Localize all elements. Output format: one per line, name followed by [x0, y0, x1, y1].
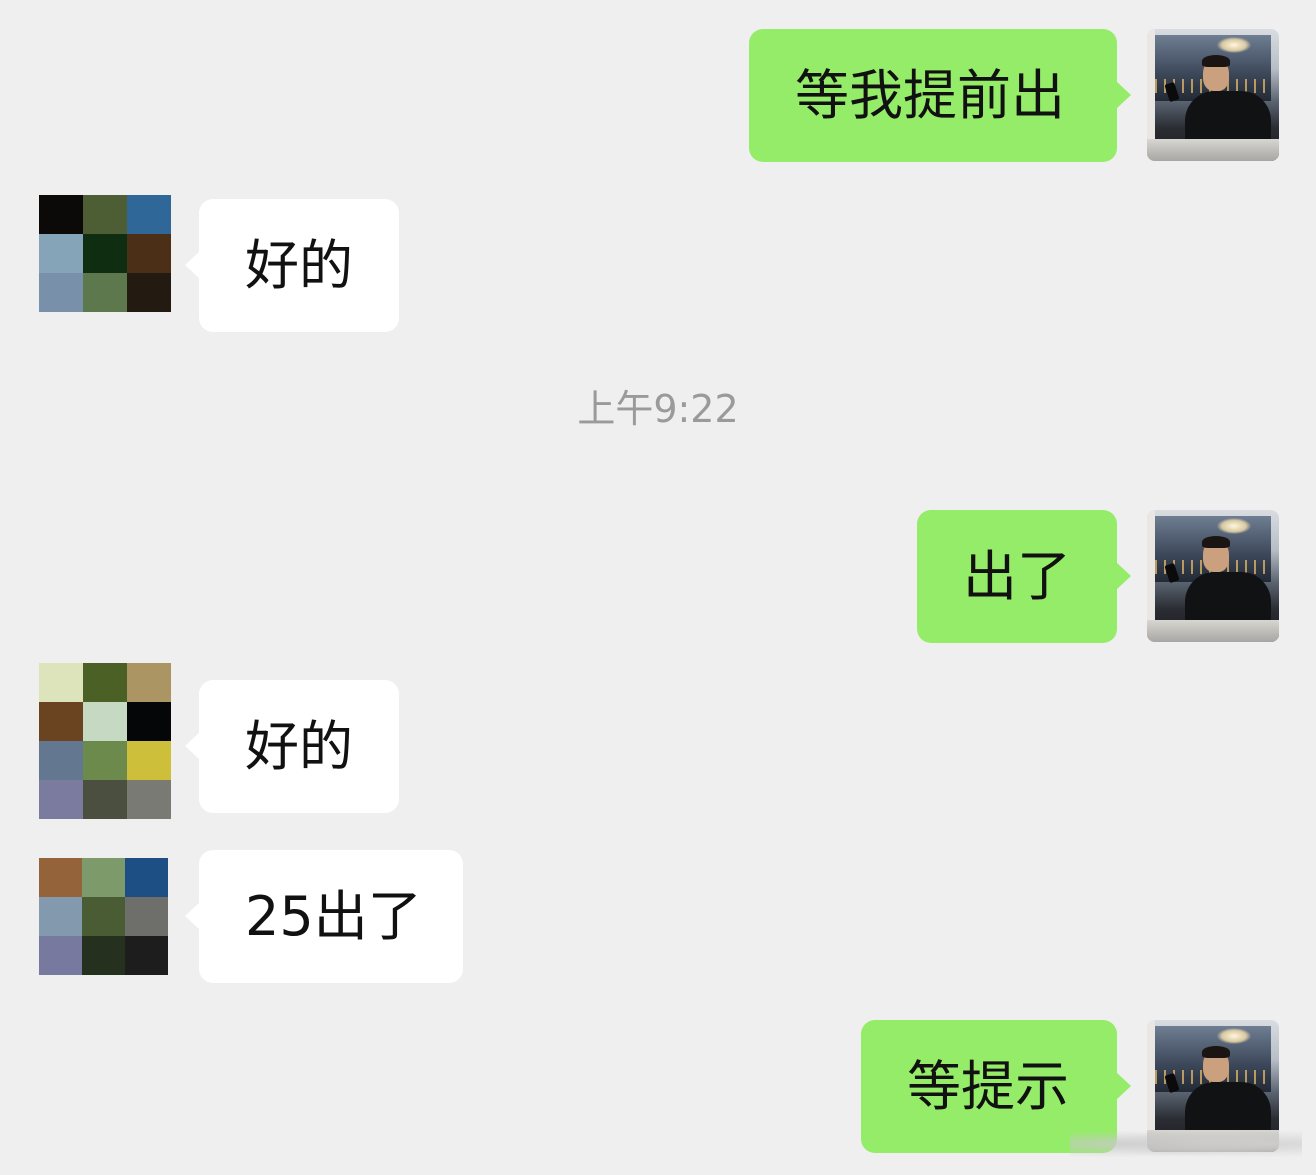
mosaic-cell: [39, 273, 83, 312]
mosaic-cell: [39, 741, 83, 780]
mosaic-cell: [39, 234, 83, 273]
mosaic-cell: [127, 234, 171, 273]
outgoing-message-bubble[interactable]: 出了: [917, 510, 1131, 643]
avatar-photo-chandelier: [1217, 518, 1251, 534]
mosaic-cell: [125, 858, 168, 897]
mosaic-cell: [39, 702, 83, 741]
mosaic-avatar-image: [39, 858, 168, 975]
mosaic-cell: [39, 936, 82, 975]
mosaic-cell: [125, 936, 168, 975]
avatar-photo-hair: [1202, 1046, 1230, 1058]
message-timestamp: 上午9:22: [577, 387, 739, 431]
outgoing-message-bubble[interactable]: 等我提前出: [749, 29, 1131, 162]
mosaic-cell: [127, 273, 171, 312]
contact-avatar[interactable]: [39, 858, 168, 975]
avatar-photo-table: [1147, 139, 1279, 161]
avatar-photo-table: [1147, 620, 1279, 642]
incoming-message-bubble[interactable]: 25出了: [185, 850, 463, 983]
mosaic-cell: [127, 195, 171, 234]
incoming-message-bubble[interactable]: 好的: [185, 680, 399, 813]
avatar-photo-hair: [1202, 536, 1230, 548]
mosaic-avatar-image: [39, 195, 171, 312]
self-avatar[interactable]: [1147, 510, 1279, 642]
mosaic-cell: [127, 741, 171, 780]
mosaic-cell: [83, 702, 127, 741]
avatar-photo-chandelier: [1217, 37, 1251, 53]
mosaic-cell: [83, 195, 127, 234]
mosaic-cell: [83, 234, 127, 273]
mosaic-cell: [83, 780, 127, 819]
mosaic-cell: [39, 858, 82, 897]
contact-avatar[interactable]: [39, 195, 171, 312]
contact-avatar[interactable]: [39, 663, 171, 819]
avatar-photo-hair: [1202, 55, 1230, 67]
mosaic-cell: [83, 273, 127, 312]
mosaic-cell: [82, 936, 125, 975]
mosaic-cell: [127, 663, 171, 702]
mosaic-cell: [39, 780, 83, 819]
mosaic-cell: [39, 195, 83, 234]
mosaic-cell: [39, 663, 83, 702]
blurred-watermark: [1070, 1128, 1302, 1160]
chat-window: 等我提前出 好的 上午9:22 出了 好的 25出了 等提示: [0, 0, 1316, 1175]
self-avatar[interactable]: [1147, 29, 1279, 161]
mosaic-cell: [83, 741, 127, 780]
mosaic-cell: [83, 663, 127, 702]
mosaic-cell: [125, 897, 168, 936]
mosaic-cell: [82, 858, 125, 897]
mosaic-cell: [127, 702, 171, 741]
mosaic-avatar-image: [39, 663, 171, 819]
mosaic-cell: [127, 780, 171, 819]
avatar-photo-chandelier: [1217, 1028, 1251, 1044]
incoming-message-bubble[interactable]: 好的: [185, 199, 399, 332]
mosaic-cell: [82, 897, 125, 936]
mosaic-cell: [39, 897, 82, 936]
